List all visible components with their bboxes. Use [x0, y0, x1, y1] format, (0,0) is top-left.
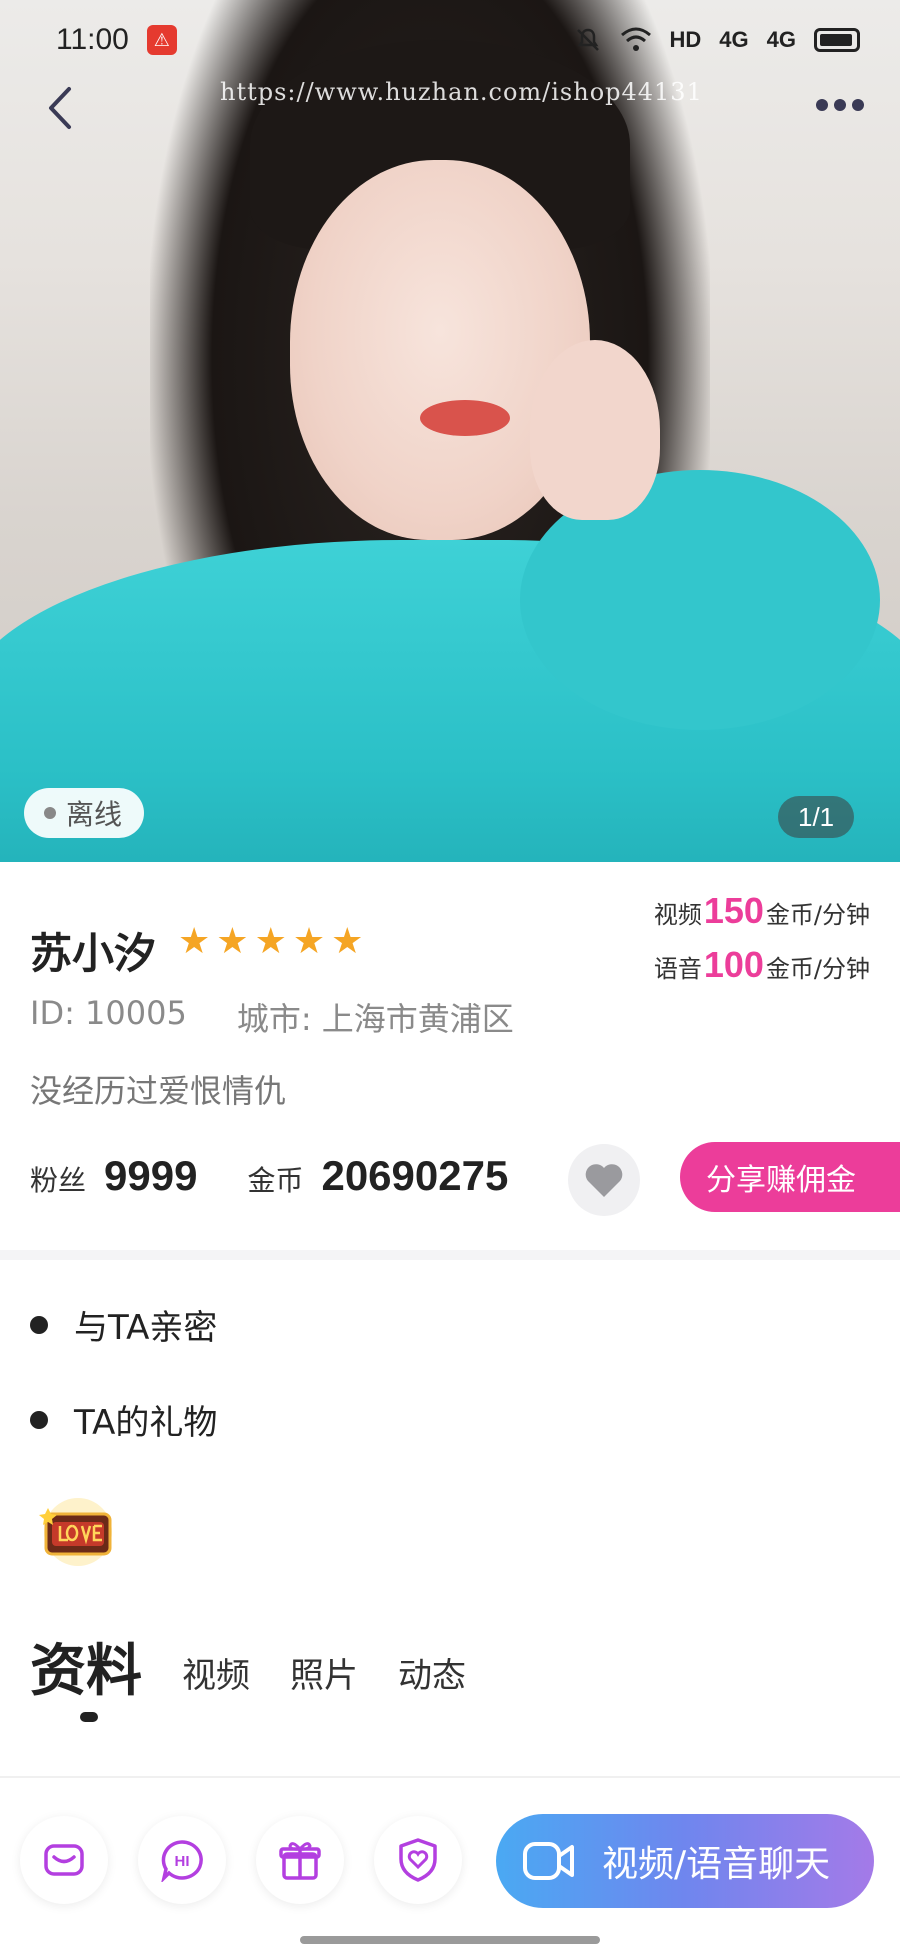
star-icon: ★ [292, 921, 326, 962]
send-gift-button[interactable] [256, 1816, 344, 1904]
share-earn-button[interactable]: 分享赚佣金 [680, 1142, 900, 1212]
online-status-badge: 离线 [24, 788, 145, 838]
star-icon: ★ [331, 921, 364, 962]
wifi-icon [620, 27, 651, 51]
tab-moments[interactable]: 动态 [398, 1648, 466, 1707]
mute-icon [576, 28, 599, 51]
coins-value: 20690275 [321, 1152, 509, 1199]
user-city: 城市: 上海市黄浦区 [236, 1000, 514, 1038]
star-rating: ★ ★ ★ ★ ★ [178, 924, 363, 960]
more-dot-icon [834, 99, 846, 111]
message-button[interactable] [20, 1816, 108, 1904]
guard-button[interactable] [374, 1816, 462, 1904]
like-button[interactable] [568, 1144, 640, 1216]
star-icon: ★ [178, 921, 211, 962]
bullet-icon [30, 1315, 48, 1334]
online-status-label: 离线 [66, 798, 123, 831]
status-bar: 11:00 ⚠ HD 4G 4G [0, 0, 900, 80]
gift-icon [279, 1842, 321, 1880]
hd-icon: HD [669, 27, 702, 52]
more-dot-icon [816, 99, 828, 111]
user-id: ID: 10005 [30, 994, 187, 1032]
gifts-section[interactable]: TA的礼物 [30, 1395, 217, 1444]
profile-stats: 粉丝 9999 金币 20690275 [30, 1152, 558, 1200]
fans-label: 粉丝 [30, 1164, 87, 1197]
status-time: 11:00 [56, 23, 129, 56]
love-gift-icon[interactable] [38, 1492, 118, 1572]
profile-meta: ID: 10005 城市: 上海市黄浦区 [30, 994, 514, 1040]
hi-icon: HI [161, 1840, 203, 1882]
photo-hand [530, 340, 660, 520]
video-price: 视频 150 金币/分钟 [654, 890, 870, 932]
coins-label: 金币 [247, 1164, 304, 1197]
video-price-unit: 金币/分钟 [765, 901, 870, 929]
photo-counter: 1/1 [778, 796, 855, 838]
chat-button-label: 视频/语音聊天 [602, 1844, 831, 1885]
active-tab-indicator [80, 1712, 98, 1722]
home-indicator[interactable] [300, 1936, 600, 1944]
voice-price-prefix: 语音 [653, 955, 702, 983]
more-dot-icon [852, 99, 864, 111]
fans-value: 9999 [104, 1152, 198, 1199]
tab-photos[interactable]: 照片 [290, 1648, 358, 1707]
photo-lips [420, 400, 510, 436]
star-icon: ★ [216, 921, 249, 962]
voice-price-unit: 金币/分钟 [765, 955, 870, 983]
voice-price-value: 100 [703, 944, 764, 985]
heart-icon [585, 1164, 623, 1197]
status-indicators: HD 4G 4G [574, 26, 860, 54]
intimate-label: 与TA亲密 [74, 1308, 218, 1348]
battery-icon [814, 28, 860, 52]
bottom-action-bar: HI 视频/语音聊天 [0, 1776, 900, 1950]
gifts-label: TA的礼物 [74, 1403, 218, 1443]
message-icon [44, 1844, 84, 1876]
signal-4g-icon-2: 4G [766, 27, 796, 52]
love-gift-graphic [39, 1498, 112, 1566]
star-icon: ★ [254, 921, 287, 962]
watermark: https://www.huzhan.com/ishop44131 [220, 78, 703, 106]
profile-info: 苏小汐 ★ ★ ★ ★ ★ 视频 150 金币/分钟 语音 100 金币/分钟 … [0, 862, 900, 1250]
profile-tabs: 资料 视频 照片 动态 [30, 1626, 466, 1707]
heart-shield-icon [399, 1838, 437, 1882]
bullet-icon [30, 1410, 48, 1429]
intimate-section[interactable]: 与TA亲密 [30, 1300, 217, 1349]
tab-profile[interactable]: 资料 [30, 1626, 142, 1707]
video-price-prefix: 视频 [653, 901, 702, 929]
profile-name: 苏小汐 [30, 929, 157, 978]
chevron-left-icon [49, 87, 71, 129]
app-notification-icon: ⚠ [146, 25, 177, 55]
say-hi-button[interactable]: HI [138, 1816, 226, 1904]
hi-text: HI [175, 1853, 190, 1870]
video-call-icon [523, 1842, 574, 1880]
profile-photo[interactable] [0, 0, 900, 862]
voice-price: 语音 100 金币/分钟 [654, 944, 870, 986]
signal-4g-icon-1: 4G [719, 27, 749, 52]
back-button[interactable] [30, 78, 90, 138]
section-divider [0, 1250, 900, 1260]
tab-videos[interactable]: 视频 [182, 1648, 250, 1707]
video-voice-chat-button[interactable]: 视频/语音聊天 [496, 1814, 874, 1908]
more-options-button[interactable] [810, 88, 870, 122]
profile-bio: 没经历过爱恨情仇 [30, 1072, 287, 1110]
status-dot-icon [44, 807, 56, 819]
video-price-value: 150 [703, 890, 764, 931]
